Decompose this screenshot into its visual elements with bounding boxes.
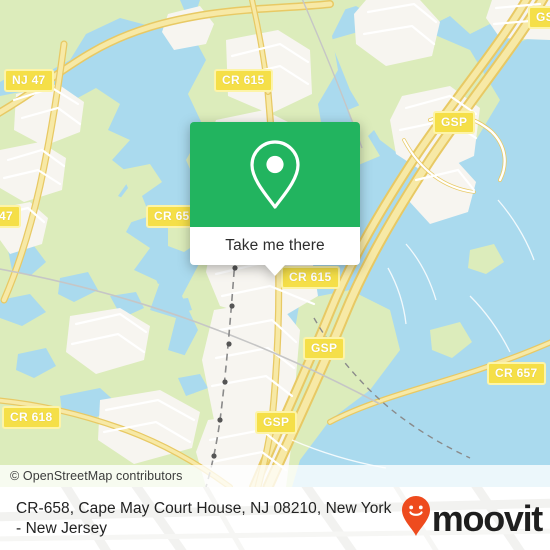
road-shield-nj-47-left[interactable]: 47 bbox=[0, 205, 21, 228]
popup-pointer-tail bbox=[265, 265, 285, 276]
map-attribution-bar: © OpenStreetMap contributors bbox=[0, 465, 550, 487]
footer-content: CR-658, Cape May Court House, NJ 08210, … bbox=[0, 487, 550, 550]
moovit-logo[interactable]: moovit bbox=[401, 495, 550, 542]
road-shield-cr-657[interactable]: CR 657 bbox=[487, 362, 546, 385]
road-shield-gsp-top[interactable]: GSP bbox=[433, 111, 476, 134]
road-shield-gsp-corner[interactable]: GS bbox=[528, 6, 550, 29]
map-pin-icon bbox=[246, 138, 304, 212]
location-address: CR-658, Cape May Court House, NJ 08210, … bbox=[0, 499, 391, 539]
take-me-there-label: Take me there bbox=[225, 237, 325, 254]
road-shield-cr-618[interactable]: CR 618 bbox=[2, 406, 61, 429]
footer-bar: CR-658, Cape May Court House, NJ 08210, … bbox=[0, 487, 550, 550]
road-shield-nj-47[interactable]: NJ 47 bbox=[4, 69, 54, 92]
road-shield-cr-615-center[interactable]: CR 615 bbox=[281, 266, 340, 289]
road-shield-cr-615-top[interactable]: CR 615 bbox=[214, 69, 273, 92]
road-shield-gsp-bottom[interactable]: GSP bbox=[255, 411, 298, 434]
popup-header bbox=[190, 122, 360, 227]
map-screenshot: NJ 47 CR 615 GSP GS 47 CR 658 CR 615 GSP… bbox=[0, 0, 550, 550]
moovit-wordmark: moovit bbox=[431, 497, 544, 539]
location-popup-card[interactable]: Take me there bbox=[190, 122, 360, 276]
moovit-smiley-pin-icon bbox=[401, 495, 431, 542]
map-canvas[interactable]: NJ 47 CR 615 GSP GS 47 CR 658 CR 615 GSP… bbox=[0, 0, 550, 487]
address-line-1: CR-658, Cape May Court House, NJ 08210, … bbox=[16, 499, 392, 517]
osm-attribution-text[interactable]: © OpenStreetMap contributors bbox=[0, 469, 183, 483]
take-me-there-button[interactable]: Take me there bbox=[190, 227, 360, 265]
address-line-2: - New Jersey bbox=[16, 519, 108, 537]
road-shield-gsp-middle[interactable]: GSP bbox=[303, 337, 346, 360]
